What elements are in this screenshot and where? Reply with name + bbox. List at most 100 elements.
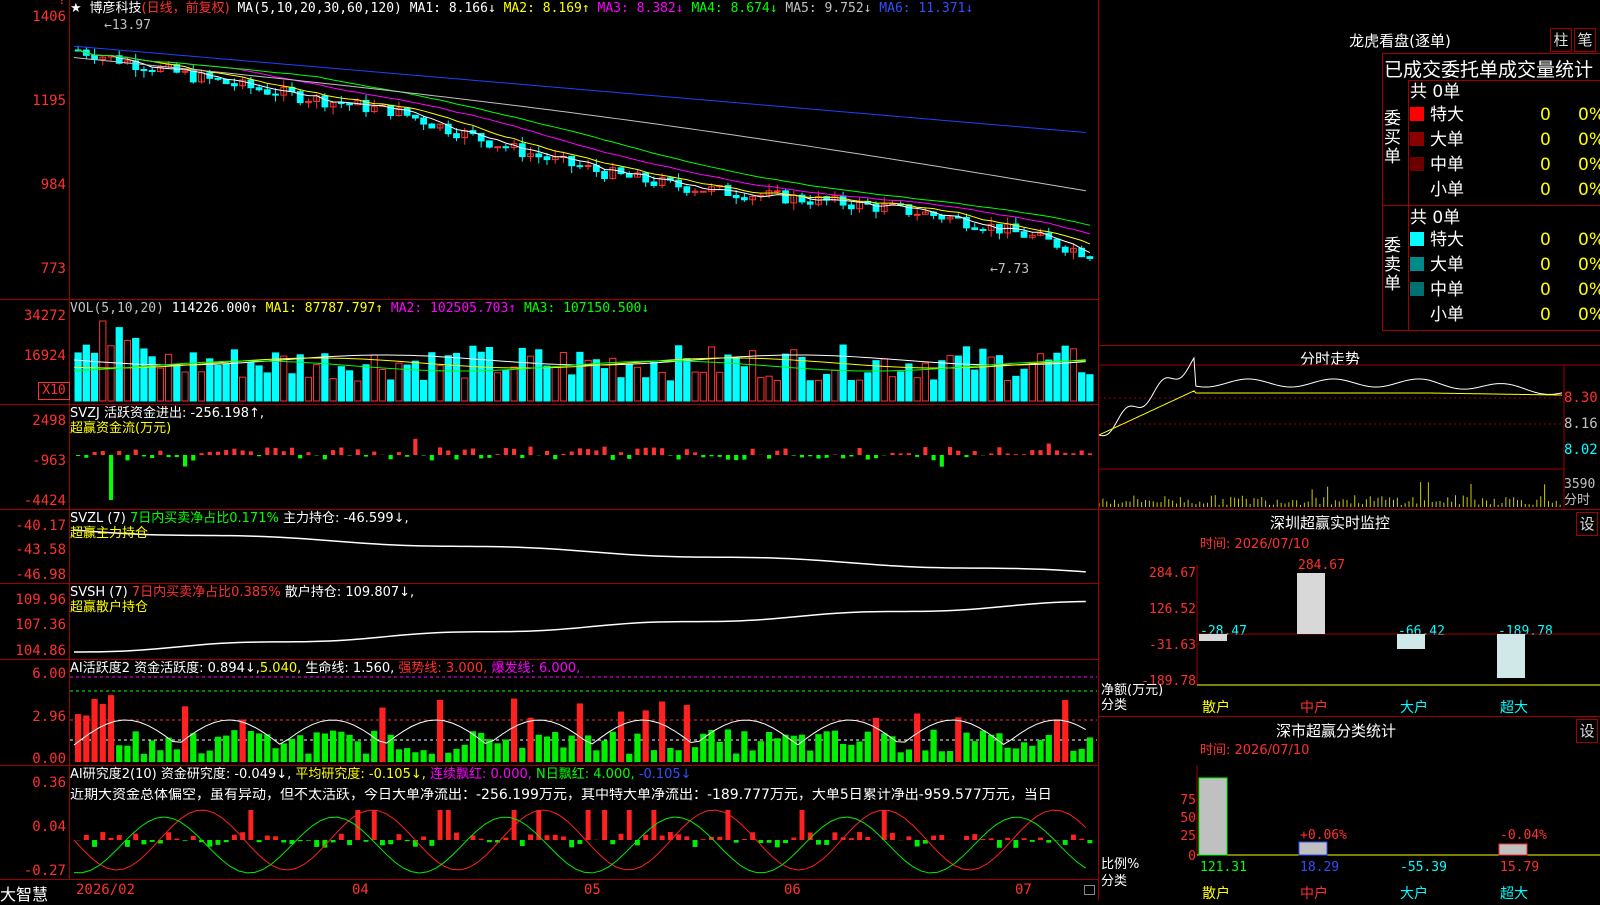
stats-bar — [1198, 777, 1228, 856]
activity-bar — [1045, 734, 1052, 762]
buy-row-name: 特大 — [1430, 105, 1464, 125]
divider — [0, 509, 1098, 510]
activity-bar — [979, 730, 987, 762]
svsh-legend: SVSH (7) 7日内买卖净占比0.385% 散户持仓: 109.807↓, — [70, 585, 414, 600]
activity-bar — [1012, 748, 1019, 762]
candle-body — [773, 190, 781, 193]
vol-bar — [148, 356, 156, 402]
activity-bar — [165, 737, 172, 762]
vol-bar — [304, 376, 313, 402]
activity-bar — [609, 731, 616, 762]
candle-body — [1053, 238, 1061, 248]
stock-name: 博彦科技 — [89, 1, 142, 16]
ma-label: MA(5,10,20,30,60,120) — [237, 1, 402, 16]
buy-row: 特大 0 0% — [1410, 105, 1600, 125]
vol-bar — [1053, 352, 1061, 402]
candle-body — [576, 165, 584, 168]
svsh-ytick: 109.96 — [15, 592, 66, 608]
activity-bar — [543, 736, 551, 762]
candle-body — [675, 179, 682, 188]
chart-mode[interactable]: (日线，前复权) — [142, 1, 230, 16]
candle-body — [938, 214, 946, 220]
candle-body — [346, 103, 353, 106]
candle-body — [494, 146, 502, 149]
vol-unit-badge[interactable]: X10 — [38, 382, 70, 400]
activity-bar — [667, 747, 674, 762]
activity-bar — [124, 745, 131, 762]
activity-bar — [1078, 748, 1085, 762]
vol-bar — [1020, 368, 1028, 402]
activity-bar — [1062, 699, 1069, 762]
sell-color-swatch — [1410, 282, 1424, 296]
activity-bar — [494, 743, 501, 762]
activity-bar — [75, 714, 82, 762]
candle-body — [847, 204, 855, 210]
vol-bar — [107, 345, 115, 402]
vol-bar — [411, 360, 419, 402]
activity-bar — [716, 741, 723, 762]
vol-bar — [691, 371, 699, 402]
candle-body — [263, 89, 271, 95]
tick-view-button[interactable]: 笔 — [1574, 28, 1596, 52]
vol-bar — [683, 358, 691, 402]
vol-bar — [600, 368, 609, 402]
vol-bar — [888, 376, 897, 402]
activity-bar — [445, 752, 452, 762]
vol-bar — [82, 344, 90, 402]
activity-bar — [659, 701, 666, 762]
activity-bar — [946, 751, 954, 762]
svzj-legend: SVZJ 活跃资金进出: -256.198↑, — [70, 406, 264, 421]
activity-bar — [321, 733, 328, 762]
vol-bar — [123, 339, 132, 402]
ma3-value: MA3: 8.382↓ — [597, 1, 684, 16]
high-annotation: ←13.97 — [104, 18, 151, 33]
activity-bar — [330, 730, 337, 762]
vol-bar — [1045, 359, 1053, 402]
vol-label: VOL(5,10,20) — [70, 301, 164, 316]
activity-bar — [83, 715, 90, 762]
activity-bar — [798, 734, 806, 762]
svzl-desc: 7日内买卖净占比0.171% — [129, 511, 279, 526]
vol-bar — [321, 353, 329, 402]
vol-bar — [707, 346, 716, 402]
ma6-value: MA6: 11.371↓ — [879, 1, 974, 16]
vol-bar — [666, 380, 674, 402]
buy-row-value: 0 — [1540, 155, 1551, 175]
ai2-nday: N日飘红: 4.000, — [536, 767, 635, 782]
vol-bar — [790, 349, 798, 402]
candle-body — [148, 70, 156, 73]
activity-bar — [601, 740, 608, 762]
activity-bar — [922, 750, 929, 762]
activity-bar — [872, 717, 880, 762]
sell-row-pct: 0% — [1578, 305, 1600, 325]
activity-bar — [255, 733, 263, 762]
vol-bar — [239, 376, 247, 402]
candle-body — [231, 83, 238, 87]
monitor-bar — [1297, 573, 1325, 634]
activity-bar — [99, 703, 106, 762]
activity-bar — [552, 731, 559, 762]
vol-bar — [971, 369, 979, 402]
activity-bar — [116, 745, 123, 762]
lock-icon[interactable] — [1084, 885, 1095, 895]
candle-body — [255, 87, 263, 91]
star-icon[interactable]: ★ — [70, 1, 82, 16]
vol-bar — [502, 369, 510, 402]
vol-bar — [189, 352, 197, 402]
buy-color-swatch — [1410, 107, 1424, 121]
column-view-button[interactable]: 柱 — [1550, 28, 1572, 52]
activity-bar — [527, 717, 534, 762]
vol-bar — [757, 377, 765, 402]
activity-bar — [264, 734, 271, 762]
buy-orders-label: 委买单 — [1384, 109, 1401, 167]
vol-bar — [510, 366, 518, 402]
vol-bar — [699, 371, 707, 402]
vol-bar — [1078, 372, 1086, 402]
activity-bar — [198, 753, 205, 762]
candle-body — [420, 117, 427, 125]
svsh-desc: 7日内买卖净占比0.385% — [131, 585, 281, 600]
candle-body — [1061, 246, 1069, 253]
vol-bar — [255, 365, 263, 402]
activity-bar — [823, 731, 830, 762]
candle-body — [1020, 231, 1028, 238]
